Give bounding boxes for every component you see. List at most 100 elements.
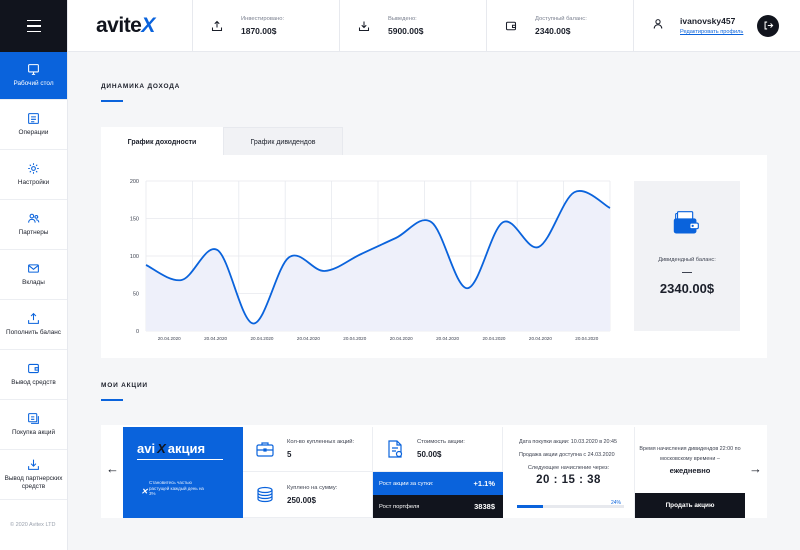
sidebar: Рабочий стол Операции Настройки Партнеры… bbox=[0, 0, 68, 550]
sidebar-item-desktop[interactable]: Рабочий стол bbox=[0, 52, 67, 100]
hamburger-icon bbox=[26, 18, 41, 35]
sidebar-item-top-up[interactable]: Пополнить баланс bbox=[0, 300, 67, 350]
sidebar-item-partner-withdraw[interactable]: Вывод партнерских средств bbox=[0, 450, 67, 500]
y-tick-label: 100 bbox=[130, 254, 139, 260]
next-accrual-label: Следующее начисление через: bbox=[527, 465, 610, 471]
tab-dividends[interactable]: График дивидендов bbox=[223, 127, 343, 156]
sidebar-item-label: Пополнить баланс bbox=[6, 329, 61, 336]
upload-icon bbox=[28, 312, 39, 324]
count-label: Кол-во купленных акций: bbox=[287, 439, 355, 445]
stat-value: 5900.00$ bbox=[388, 26, 424, 36]
portfolio-growth-value: 3838$ bbox=[474, 502, 495, 511]
accrual-text: Время начисления дивидендов 22:00 по мос… bbox=[639, 446, 741, 462]
x-tick-label: 20.04.2020 bbox=[529, 336, 552, 341]
sidebar-item-label: Вклады bbox=[22, 279, 45, 286]
logout-icon bbox=[764, 21, 774, 30]
x-tick-label: 20.04.2020 bbox=[575, 336, 598, 341]
menu-button[interactable] bbox=[0, 0, 67, 52]
cost-value: 50.00$ bbox=[417, 450, 442, 459]
y-tick-label: 50 bbox=[133, 292, 139, 298]
user-block: ivanovsky457 Редактировать профиль bbox=[634, 0, 800, 51]
copyright: © 2020 Avitex LTD bbox=[10, 522, 56, 528]
sidebar-item-buy-shares[interactable]: Покупка акций bbox=[0, 400, 67, 450]
logo[interactable]: avite X bbox=[68, 0, 193, 52]
banner-brand-text: avi bbox=[137, 441, 156, 456]
bought-value: 250.00$ bbox=[287, 495, 316, 505]
x-tick-label: 20.04.2020 bbox=[343, 336, 366, 341]
shares-bought-cell: Куплено на сумму: 250.00$ bbox=[243, 472, 373, 518]
y-tick-label: 0 bbox=[136, 329, 139, 335]
stat-withdrawn: Выведено: 5900.00$ bbox=[340, 0, 487, 52]
y-tick-label: 150 bbox=[130, 217, 139, 223]
x-tick-label: 20.04.2020 bbox=[204, 336, 227, 341]
stat-label: Доступный баланс: bbox=[535, 16, 587, 22]
banner-tagline: Становитесь частью растущей каждый день … bbox=[149, 480, 204, 496]
dividend-value: 2340.00$ bbox=[659, 281, 715, 296]
banner-word: акция bbox=[167, 441, 206, 456]
share-banner: avi Xакция ✕ Становитесь частью растущей … bbox=[123, 427, 243, 518]
gear-icon bbox=[28, 163, 39, 174]
purchase-date: Дата покупки акции: 10.03.2020 в 20:45 bbox=[519, 439, 618, 445]
banner-brand-x: X bbox=[157, 441, 166, 456]
sale-date: Продажа акции доступна с 24.03.2020 bbox=[519, 452, 615, 458]
share-cost-cell: Стоимость акции: 50.00$ bbox=[373, 427, 503, 472]
banner-brand: avi Xакция bbox=[137, 441, 223, 460]
x-tick-label: 20.04.2020 bbox=[436, 336, 459, 341]
dividend-accrual-info: Время начисления дивидендов 22:00 по мос… bbox=[635, 427, 745, 493]
bought-label: Куплено на сумму: bbox=[287, 484, 338, 491]
portfolio-growth-row: Рост портфеля 3838$ bbox=[373, 495, 503, 518]
sidebar-item-deposits[interactable]: Вклады bbox=[0, 250, 67, 300]
stat-balance: Доступный баланс: 2340.00$ bbox=[487, 0, 634, 52]
income-chart: 0 50 100 150 200 20.04.2020 20.04.2020 20.04.20… bbox=[130, 179, 611, 341]
carousel-next-button[interactable]: → bbox=[749, 461, 762, 476]
wallet-icon bbox=[673, 211, 699, 234]
mail-icon bbox=[28, 264, 39, 273]
x-tick-label: 20.04.2020 bbox=[390, 336, 413, 341]
logo-text: avite bbox=[96, 14, 142, 37]
sell-share-button[interactable]: Продать акцию bbox=[635, 493, 745, 518]
sidebar-item-settings[interactable]: Настройки bbox=[0, 150, 67, 200]
accrual-progress-bar bbox=[517, 505, 624, 508]
x-tick-label: 20.04.2020 bbox=[483, 336, 506, 341]
sidebar-item-partners[interactable]: Партнеры bbox=[0, 200, 67, 250]
username: ivanovsky457 bbox=[680, 16, 736, 26]
upload-icon bbox=[211, 20, 223, 32]
chart-card: 0 50 100 150 200 20.04.2020 20.04.2020 20.04.20… bbox=[101, 155, 767, 358]
x-tick-label: 20.04.2020 bbox=[158, 336, 181, 341]
accrual-progress-fill bbox=[517, 505, 543, 508]
shares-title: МОИ АКЦИИ bbox=[101, 382, 148, 389]
dividend-label: Дивидендный баланс: bbox=[658, 257, 716, 263]
x-tick-label: 20.04.2020 bbox=[297, 336, 320, 341]
download-icon bbox=[28, 459, 39, 470]
x-tick-label: 20.04.2020 bbox=[251, 336, 274, 341]
stat-label: Инвестировано: bbox=[241, 16, 285, 22]
accrual-value: ежедневно bbox=[669, 466, 711, 475]
income-title: ДИНАМИКА ДОХОДА bbox=[101, 83, 181, 90]
partners-icon bbox=[28, 213, 40, 223]
stat-invested: Инвестировано: 1870.00$ bbox=[193, 0, 340, 52]
portfolio-growth-label: Рост портфеля bbox=[379, 503, 420, 510]
carousel-prev-button[interactable]: ← bbox=[106, 461, 119, 476]
sidebar-item-operations[interactable]: Операции bbox=[0, 100, 67, 150]
user-icon bbox=[652, 17, 664, 35]
daily-growth-value: +1.1% bbox=[473, 479, 495, 488]
edit-profile-link[interactable]: Редактировать профиль bbox=[680, 29, 743, 35]
daily-growth-label: Рост акции за сутки: bbox=[379, 480, 434, 487]
shares-carousel: ← → avi Xакция ✕ Становитесь частью расту… bbox=[101, 425, 767, 518]
sidebar-item-label: Партнеры bbox=[18, 229, 49, 236]
logout-button[interactable] bbox=[757, 14, 780, 37]
sidebar-item-label: Вывод партнерских средств bbox=[4, 475, 63, 490]
tab-profitability[interactable]: График доходности bbox=[101, 127, 223, 156]
logo-accent: X bbox=[141, 14, 155, 37]
dividend-divider bbox=[682, 272, 692, 273]
daily-growth-row: Рост акции за сутки: +1.1% bbox=[373, 472, 503, 495]
document-price-icon bbox=[388, 440, 403, 458]
countdown-timer: 20 : 15 : 38 bbox=[536, 474, 601, 486]
sidebar-item-label: Рабочий стол bbox=[13, 80, 54, 87]
chart-tabs: График доходности График дивидендов bbox=[101, 127, 343, 156]
wallet-icon bbox=[28, 363, 39, 374]
stat-value: 1870.00$ bbox=[241, 26, 277, 36]
list-icon bbox=[28, 113, 39, 124]
sidebar-item-withdraw[interactable]: Вывод средств bbox=[0, 350, 67, 400]
sidebar-item-label: Покупка акций bbox=[11, 429, 56, 436]
